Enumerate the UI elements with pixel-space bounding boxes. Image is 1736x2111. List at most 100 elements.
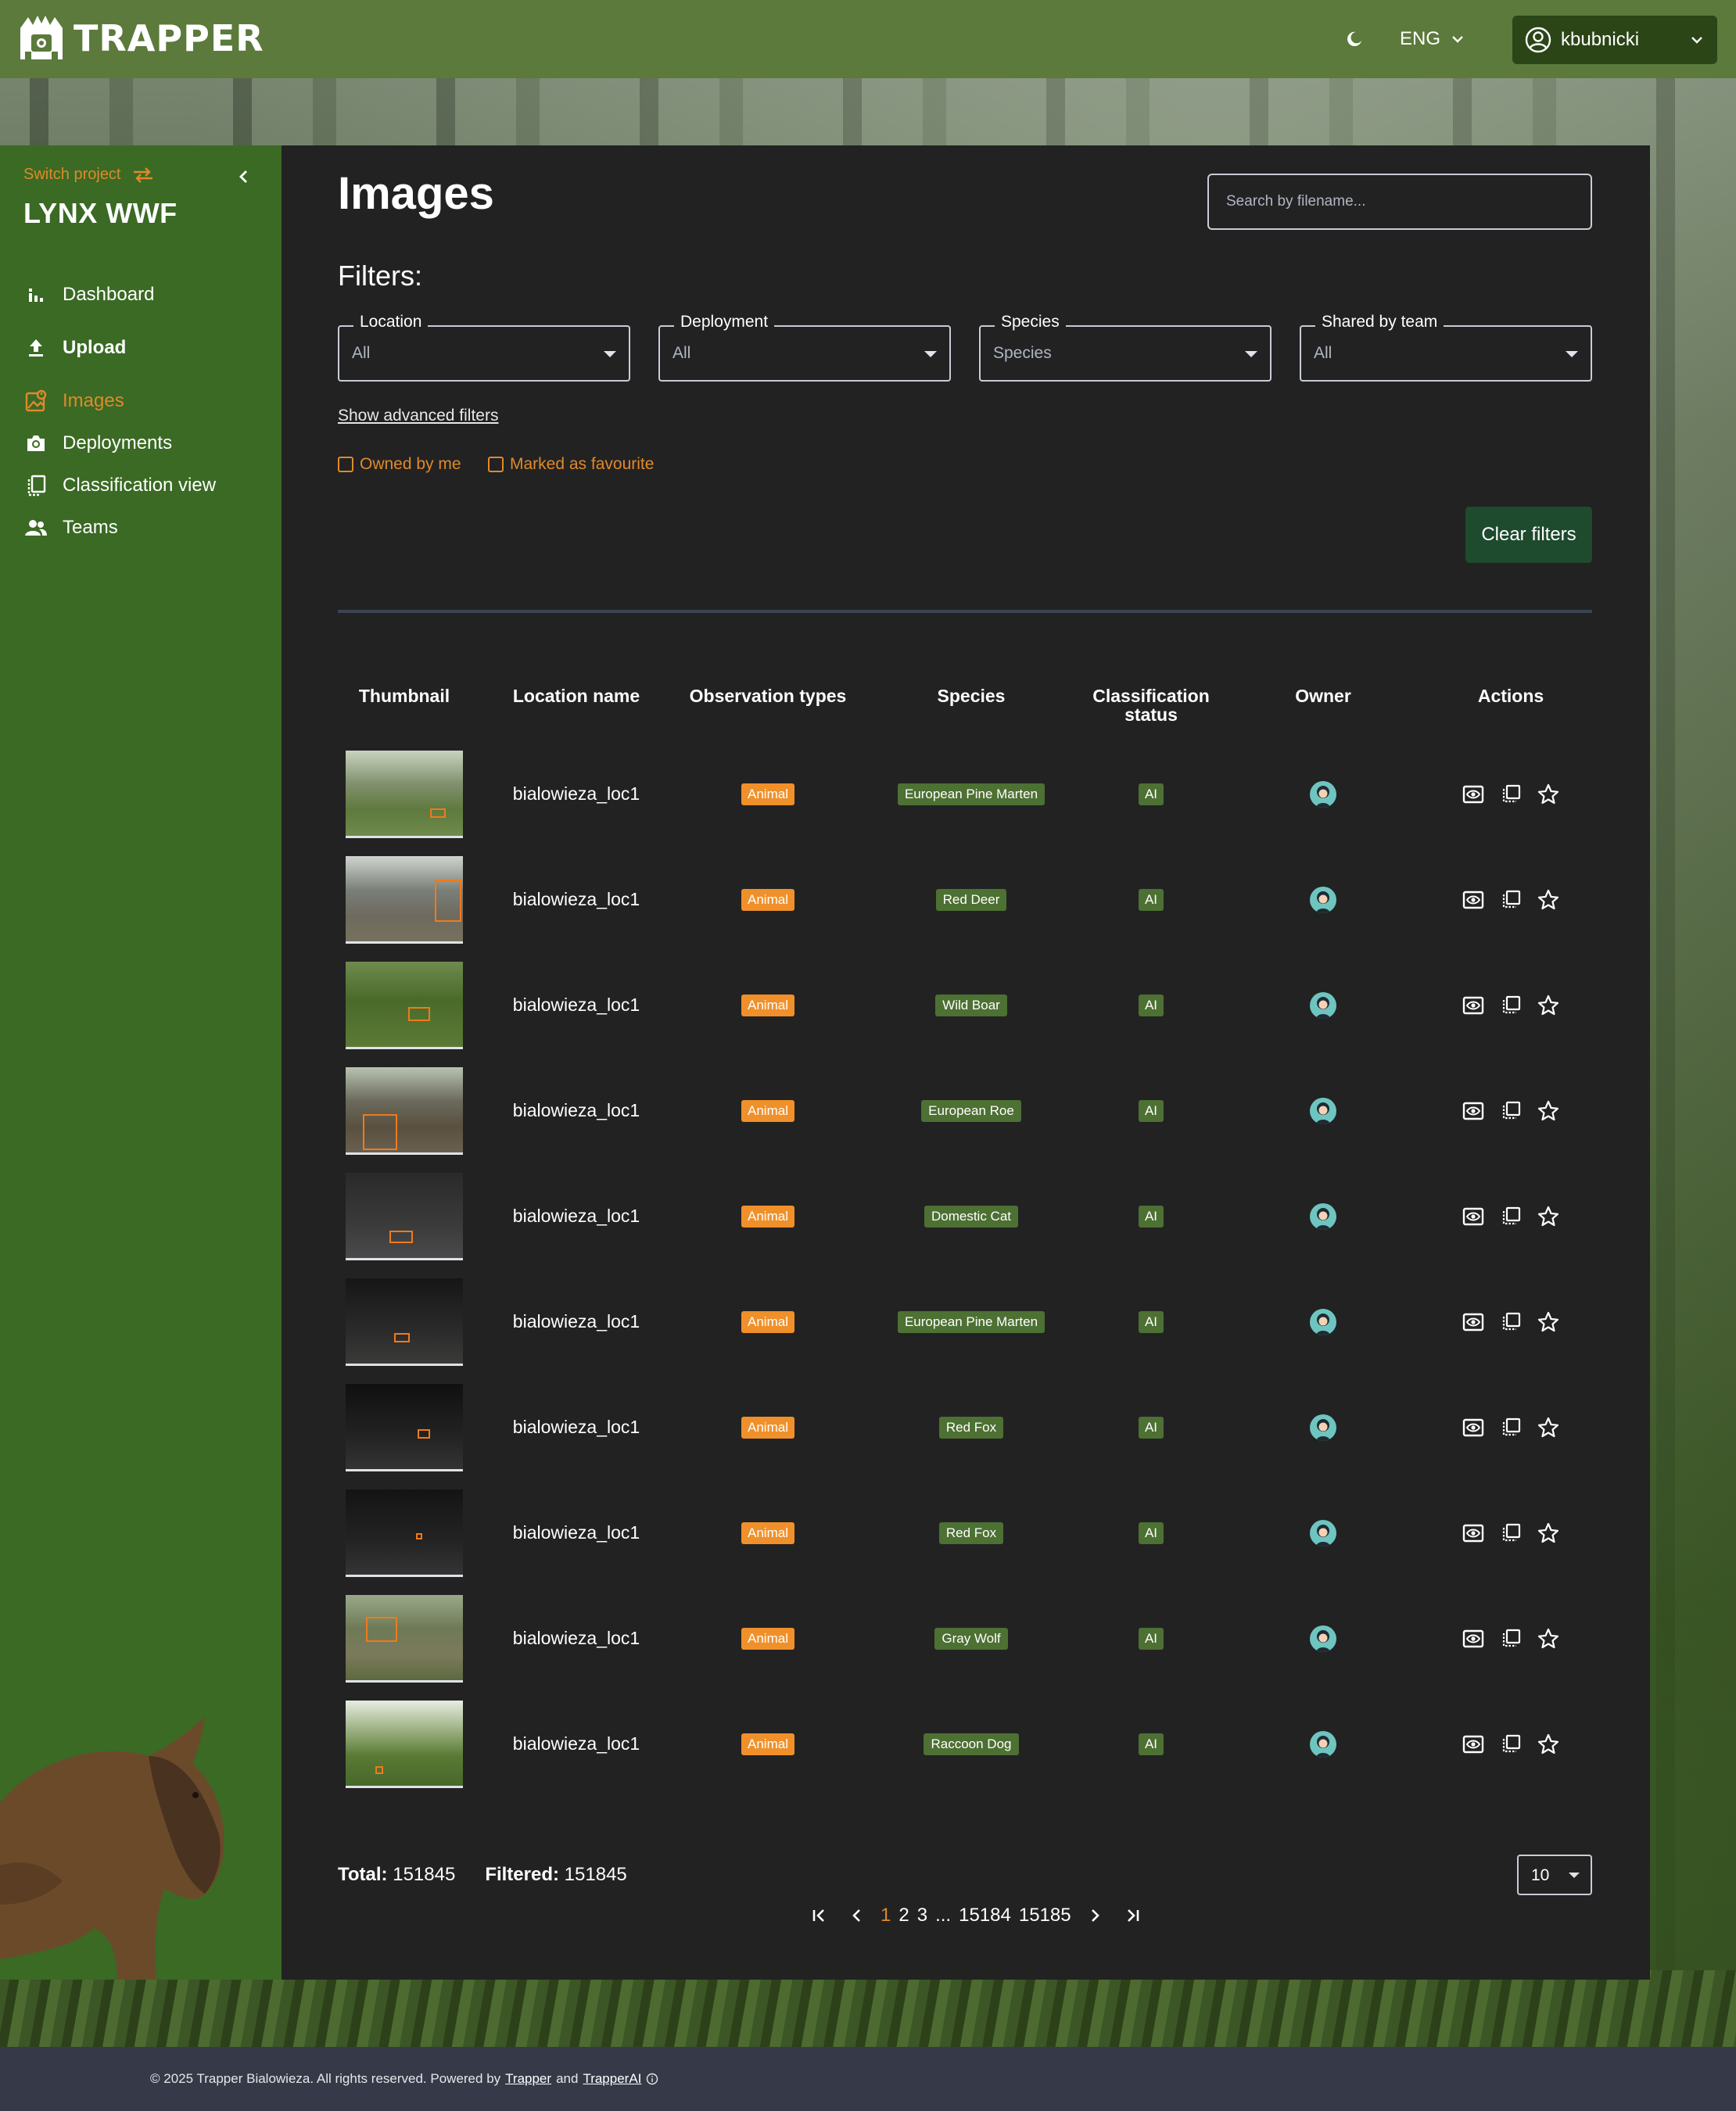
- favourite-star-icon[interactable]: [1537, 1417, 1559, 1439]
- checkbox-box[interactable]: [338, 457, 353, 472]
- view-eye-icon[interactable]: [1462, 1417, 1484, 1439]
- image-thumbnail[interactable]: [346, 1594, 463, 1683]
- image-thumbnail[interactable]: [346, 855, 463, 944]
- table-row[interactable]: bialowieza_loc1 Animal Wild Boar AI: [338, 952, 1592, 1058]
- sidebar-item-dashboard[interactable]: Dashboard: [23, 274, 274, 316]
- owner-avatar[interactable]: [1310, 1414, 1336, 1441]
- table-row[interactable]: bialowieza_loc1 Animal European Pine Mar…: [338, 741, 1592, 847]
- owner-avatar[interactable]: [1310, 991, 1336, 1019]
- app-logo[interactable]: TRAPPER: [17, 14, 264, 63]
- classify-icon[interactable]: [1500, 889, 1522, 911]
- next-page-icon[interactable]: [1081, 1901, 1109, 1930]
- favourite-star-icon[interactable]: [1537, 1206, 1559, 1228]
- last-page-icon[interactable]: [1118, 1901, 1146, 1930]
- page-number[interactable]: 15185: [1019, 1905, 1071, 1926]
- table-row[interactable]: bialowieza_loc1 Animal Red Deer AI: [338, 847, 1592, 952]
- trapper-link[interactable]: Trapper: [505, 2071, 551, 2087]
- deployment-filter-select[interactable]: Deployment All: [658, 313, 951, 382]
- view-eye-icon[interactable]: [1462, 995, 1484, 1016]
- view-eye-icon[interactable]: [1462, 889, 1484, 911]
- marked-as-favourite-checkbox[interactable]: Marked as favourite: [488, 455, 654, 474]
- clear-filters-button[interactable]: Clear filters: [1465, 507, 1592, 563]
- image-thumbnail[interactable]: [346, 961, 463, 1049]
- image-thumbnail[interactable]: [346, 1700, 463, 1788]
- owner-avatar[interactable]: [1310, 886, 1336, 913]
- table-row[interactable]: bialowieza_loc1 Animal European Pine Mar…: [338, 1269, 1592, 1374]
- view-eye-icon[interactable]: [1462, 1628, 1484, 1650]
- image-thumbnail[interactable]: [346, 1278, 463, 1366]
- sidebar-item-upload[interactable]: Upload: [23, 327, 274, 369]
- classify-icon[interactable]: [1500, 1100, 1522, 1122]
- view-eye-icon[interactable]: [1462, 1311, 1484, 1333]
- table-row[interactable]: bialowieza_loc1 Animal Red Fox AI: [338, 1480, 1592, 1586]
- previous-page-icon[interactable]: [843, 1901, 871, 1930]
- sidebar-item-images[interactable]: Images: [23, 380, 274, 422]
- classify-icon[interactable]: [1500, 1417, 1522, 1439]
- shared-by-team-filter-select[interactable]: Shared by team All: [1300, 313, 1592, 382]
- main-panel: Images Filters: Location All Deployment …: [282, 145, 1650, 1980]
- image-thumbnail[interactable]: [346, 1489, 463, 1577]
- page-number[interactable]: 1: [881, 1905, 891, 1926]
- classify-icon[interactable]: [1500, 1522, 1522, 1544]
- classify-icon[interactable]: [1500, 1628, 1522, 1650]
- owner-avatar[interactable]: [1310, 1625, 1336, 1652]
- show-advanced-filters-link[interactable]: Show advanced filters: [338, 407, 498, 425]
- owner-avatar[interactable]: [1310, 1308, 1336, 1335]
- image-thumbnail[interactable]: [346, 750, 463, 838]
- checkbox-box[interactable]: [488, 457, 504, 472]
- sidebar-item-deployments[interactable]: Deployments: [23, 422, 274, 464]
- trapperai-link[interactable]: TrapperAI: [583, 2071, 641, 2087]
- sidebar-item-classification-view[interactable]: Classification view: [23, 464, 274, 507]
- page-number[interactable]: 15184: [959, 1905, 1011, 1926]
- sidebar-item-teams[interactable]: Teams: [23, 507, 274, 549]
- upload-icon: [23, 335, 48, 360]
- location-filter-select[interactable]: Location All: [338, 313, 630, 382]
- classify-icon[interactable]: [1500, 995, 1522, 1016]
- favourite-star-icon[interactable]: [1537, 783, 1559, 805]
- search-input[interactable]: [1207, 174, 1592, 230]
- theme-toggle-button[interactable]: [1339, 23, 1370, 55]
- table-row[interactable]: bialowieza_loc1 Animal Red Fox AI: [338, 1374, 1592, 1480]
- owner-cell: [1245, 952, 1401, 1058]
- table-row[interactable]: bialowieza_loc1 Animal European Roe AI: [338, 1058, 1592, 1163]
- species-filter-select[interactable]: Species Species: [979, 313, 1272, 382]
- image-thumbnail[interactable]: [346, 1066, 463, 1155]
- favourite-star-icon[interactable]: [1537, 889, 1559, 911]
- table-row[interactable]: bialowieza_loc1 Animal Raccoon Dog AI: [338, 1691, 1592, 1797]
- favourite-star-icon[interactable]: [1537, 1522, 1559, 1544]
- owner-avatar[interactable]: [1310, 780, 1336, 808]
- view-eye-icon[interactable]: [1462, 783, 1484, 805]
- owned-by-me-checkbox[interactable]: Owned by me: [338, 455, 461, 474]
- table-row[interactable]: bialowieza_loc1 Animal Gray Wolf AI: [338, 1586, 1592, 1691]
- favourite-star-icon[interactable]: [1537, 1311, 1559, 1333]
- classify-icon[interactable]: [1500, 1311, 1522, 1333]
- checkbox-label: Marked as favourite: [510, 455, 655, 473]
- table-row[interactable]: bialowieza_loc1 Animal Domestic Cat AI: [338, 1163, 1592, 1269]
- user-menu-button[interactable]: kbubnicki: [1512, 16, 1717, 64]
- view-eye-icon[interactable]: [1462, 1733, 1484, 1755]
- language-selector[interactable]: ENG: [1400, 22, 1465, 56]
- image-thumbnail[interactable]: [346, 1383, 463, 1471]
- view-eye-icon[interactable]: [1462, 1100, 1484, 1122]
- owner-avatar[interactable]: [1310, 1519, 1336, 1547]
- owner-avatar[interactable]: [1310, 1097, 1336, 1124]
- favourite-star-icon[interactable]: [1537, 1628, 1559, 1650]
- classify-icon[interactable]: [1500, 1733, 1522, 1755]
- info-icon[interactable]: [646, 2073, 658, 2085]
- owner-avatar[interactable]: [1310, 1202, 1336, 1230]
- page-number[interactable]: 3: [917, 1905, 927, 1926]
- favourite-star-icon[interactable]: [1537, 995, 1559, 1016]
- classify-icon[interactable]: [1500, 1206, 1522, 1228]
- page-number[interactable]: 2: [898, 1905, 909, 1926]
- per-page-select[interactable]: 10: [1517, 1855, 1592, 1895]
- classify-icon[interactable]: [1500, 783, 1522, 805]
- view-eye-icon[interactable]: [1462, 1206, 1484, 1228]
- view-eye-icon[interactable]: [1462, 1522, 1484, 1544]
- first-page-icon[interactable]: [805, 1901, 834, 1930]
- favourite-star-icon[interactable]: [1537, 1733, 1559, 1755]
- favourite-star-icon[interactable]: [1537, 1100, 1559, 1122]
- collapse-sidebar-icon[interactable]: [235, 167, 253, 186]
- image-thumbnail[interactable]: [346, 1172, 463, 1260]
- owner-avatar[interactable]: [1310, 1730, 1336, 1758]
- switch-project-button[interactable]: Switch project: [23, 166, 154, 184]
